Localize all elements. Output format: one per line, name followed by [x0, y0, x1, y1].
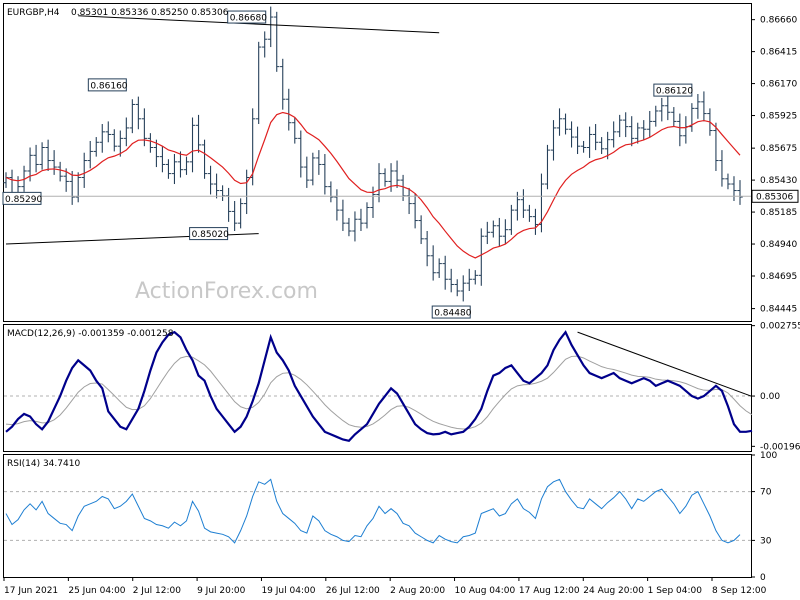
- last-price-label: 0.85306: [756, 192, 793, 202]
- x-tick-label: 8 Sep 12:00: [712, 586, 767, 596]
- price-annotation: 0.85290: [2, 191, 42, 205]
- rsi-tick-label: 100: [760, 451, 777, 461]
- price-annotation: 0.86680: [227, 10, 267, 24]
- x-tick-label: 24 Aug 20:00: [583, 586, 644, 596]
- annotation-label: 0.86160: [90, 81, 127, 91]
- rsi-tick-label: 0: [760, 573, 766, 583]
- macd-title: MACD(12,26,9) -0.001359 -0.001258: [7, 329, 174, 339]
- annotation-label: 0.86680: [230, 14, 267, 24]
- annotation-label: 0.84480: [434, 309, 471, 319]
- x-tick-label: 9 Jul 20:00: [197, 586, 246, 596]
- rsi-tick-label: 30: [760, 536, 772, 546]
- annotation-label: 0.85290: [5, 195, 42, 205]
- price-tick-label: 0.85430: [760, 176, 797, 186]
- x-tick-label: 25 Jun 04:00: [68, 586, 125, 596]
- watermark: ActionForex.com: [135, 279, 318, 304]
- x-tick-label: 10 Aug 04:00: [455, 586, 516, 596]
- annotation-label: 0.85020: [192, 230, 229, 240]
- price-tick-label: 0.86170: [760, 80, 797, 90]
- macd-panel-frame: [3, 324, 752, 452]
- price-tick-label: 0.86415: [760, 48, 797, 58]
- price-tick-label: 0.84695: [760, 272, 797, 282]
- price-tick-label: 0.85185: [760, 208, 797, 218]
- ohlc-header: 0.85301 0.85336 0.85250 0.85306: [71, 8, 229, 18]
- x-tick-label: 17 Jun 2021: [4, 586, 58, 596]
- macd-tick-label: 0.00: [760, 392, 780, 402]
- price-annotation: 0.85020: [189, 227, 229, 241]
- price-tick-label: 0.85925: [760, 112, 797, 122]
- x-tick-label: 19 Jul 04:00: [261, 586, 315, 596]
- x-tick-label: 17 Aug 12:00: [519, 586, 580, 596]
- price-tick-label: 0.84445: [760, 305, 797, 315]
- price-title: EURGBP,H4: [7, 8, 60, 18]
- eurgbp-h4-chart: ActionForex.com 0.86680 0.86160 0.86120 0.8…: [0, 0, 800, 600]
- x-tick-label: 2 Jul 12:00: [133, 586, 182, 596]
- annotation-label: 0.86120: [656, 87, 693, 97]
- price-tick-label: 0.86660: [760, 16, 797, 26]
- x-tick-label: 2 Aug 20:00: [390, 586, 445, 596]
- price-annotation: 0.84480: [431, 305, 472, 319]
- price-annotation: 0.86120: [653, 83, 693, 97]
- price-annotation: 0.86160: [87, 78, 128, 92]
- macd-tick-label: 0.002755: [760, 322, 800, 332]
- price-panel-frame: [3, 3, 752, 322]
- rsi-tick-label: 70: [760, 488, 772, 498]
- x-tick-label: 1 Sep 04:00: [648, 586, 703, 596]
- price-tick-label: 0.84940: [760, 240, 797, 250]
- rsi-panel-frame: [3, 454, 752, 578]
- price-tick-label: 0.85675: [760, 144, 797, 154]
- x-tick-label: 26 Jul 12:00: [326, 586, 380, 596]
- rsi-title: RSI(14) 34.7410: [7, 459, 80, 469]
